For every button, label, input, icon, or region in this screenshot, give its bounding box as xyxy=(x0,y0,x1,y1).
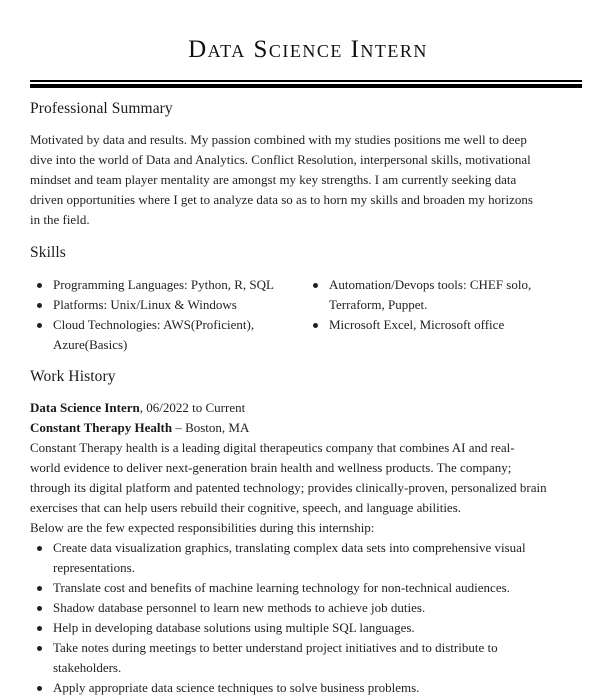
title-rule-thin xyxy=(30,80,582,82)
skill-item: Programming Languages: Python, R, SQL xyxy=(30,275,310,295)
bullet-icon xyxy=(37,646,42,651)
responsibility-item: Apply appropriate data science technique… xyxy=(30,678,610,698)
company-location: – Boston, MA xyxy=(172,420,250,435)
job-dates: , 06/2022 to Current xyxy=(139,400,246,415)
bullet-icon xyxy=(37,626,42,631)
summary-line: in the field. xyxy=(30,212,90,227)
description-line: exercises that can help users rebuild th… xyxy=(30,500,462,515)
bullet-icon xyxy=(37,546,42,551)
summary-line: mindset and team player mentality are am… xyxy=(30,172,517,187)
skill-item: Cloud Technologies: AWS(Proficient), Azur… xyxy=(30,315,310,355)
responsibility-item: Help in developing database solutions us… xyxy=(30,618,610,638)
company-name: Constant Therapy Health xyxy=(30,420,173,435)
skills-right-column: Automation/Devops tools: CHEF solo, Terra… xyxy=(306,275,586,335)
title-rule-thick xyxy=(30,84,582,88)
skill-item: Microsoft Excel, Microsoft office xyxy=(306,315,586,335)
responsibility-item: Shadow database personnel to learn new m… xyxy=(30,598,610,618)
job-title: Data Science Intern xyxy=(30,400,140,415)
summary-line: driven opportunities where I get to anal… xyxy=(30,192,533,207)
bullet-icon xyxy=(313,283,318,288)
bullet-icon xyxy=(37,283,42,288)
bullet-icon xyxy=(37,686,42,691)
bullet-icon xyxy=(313,323,318,328)
work-history-heading: Work History xyxy=(30,368,116,385)
responsibility-item: Translate cost and benefits of machine l… xyxy=(30,578,610,598)
bullet-icon xyxy=(37,586,42,591)
summary-heading: Professional Summary xyxy=(30,100,173,117)
bullet-icon xyxy=(37,606,42,611)
responsibility-item: Create data visualization graphics, tran… xyxy=(30,538,610,578)
job-description: Constant Therapy health is a leading dig… xyxy=(30,438,586,538)
skill-item: Platforms: Unix/Linux & Windows xyxy=(30,295,310,315)
skill-item: Automation/Devops tools: CHEF solo, Terra… xyxy=(306,275,586,315)
description-line: world evidence to deliver next-generatio… xyxy=(30,460,512,475)
summary-paragraph: Motivated by data and results. My passio… xyxy=(30,130,586,230)
responsibilities-list: Create data visualization graphics, tran… xyxy=(30,538,610,698)
job-title-line: Data Science Intern, 06/2022 to Current xyxy=(30,398,245,418)
skills-left-column: Programming Languages: Python, R, SQL Pl… xyxy=(30,275,310,355)
summary-line: Motivated by data and results. My passio… xyxy=(30,132,527,147)
responsibility-item: Take notes during meetings to better und… xyxy=(30,638,610,678)
resume-title: Data Science Intern xyxy=(188,36,428,63)
description-line: through its digital platform and patente… xyxy=(30,480,547,495)
skills-heading: Skills xyxy=(30,244,66,261)
description-line: Below are the few expected responsibilit… xyxy=(30,520,375,535)
bullet-icon xyxy=(37,323,42,328)
company-line: Constant Therapy Health – Boston, MA xyxy=(30,418,249,438)
description-line: Constant Therapy health is a leading dig… xyxy=(30,440,515,455)
summary-line: dive into the world of Data and Analytic… xyxy=(30,152,531,167)
bullet-icon xyxy=(37,303,42,308)
